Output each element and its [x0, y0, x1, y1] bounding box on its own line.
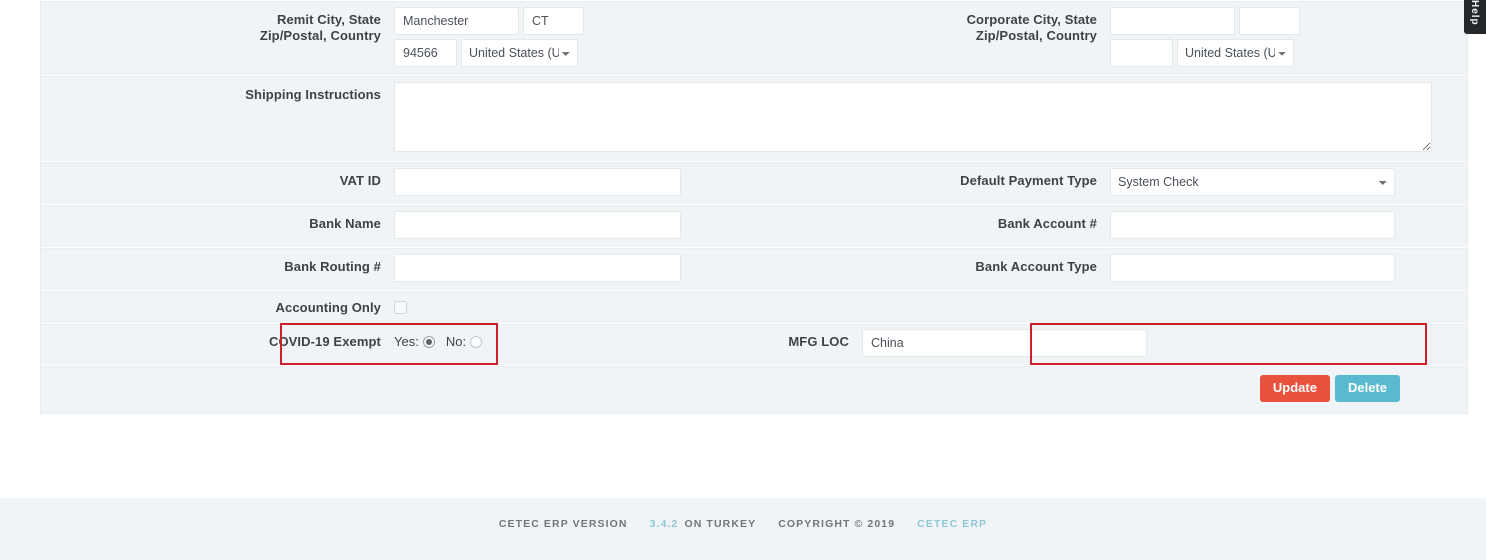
- covid-19-exempt-no-label: No:: [445, 334, 467, 349]
- shipping-instructions-fields: [394, 76, 1432, 160]
- bank-account-number-label: Bank Account #: [997, 216, 1097, 231]
- remit-country-select[interactable]: United States (US: [461, 39, 578, 67]
- bank-name-label: Bank Name: [309, 216, 381, 231]
- covid-19-exempt-label: COVID-19 Exempt: [268, 334, 381, 349]
- default-payment-type-label: Default Payment Type: [960, 173, 1097, 188]
- corporate-address-label: Corporate City, State Zip/Postal, Countr…: [750, 1, 1110, 44]
- remit-state-input[interactable]: [523, 7, 584, 35]
- vat-id-fields: [394, 162, 681, 204]
- remit-address-label-line1: Remit City, State: [276, 12, 381, 27]
- table-row-shipping-instructions: Shipping Instructions: [41, 75, 1467, 161]
- corporate-address-fields: United States (US: [1110, 1, 1300, 75]
- accounting-only-label: Accounting Only: [275, 300, 381, 315]
- table-row-accounting-only: Accounting Only: [41, 290, 1467, 323]
- bank-name-input[interactable]: [394, 211, 681, 239]
- remit-zip-input[interactable]: [394, 39, 457, 67]
- table-row-bank-routing-type: Bank Routing # Bank Account Type: [41, 247, 1467, 290]
- bank-routing-cell: Bank Routing #: [41, 248, 750, 290]
- remit-address-label: Remit City, State Zip/Postal, Country: [41, 1, 394, 44]
- default-payment-type-select[interactable]: System Check: [1110, 168, 1395, 196]
- bank-routing-fields: [394, 248, 681, 290]
- action-buttons: Update Delete: [41, 366, 1467, 413]
- bank-account-type-cell: Bank Account Type: [750, 248, 1467, 290]
- corporate-state-input[interactable]: [1239, 7, 1300, 35]
- bank-account-type-fields: [1110, 248, 1395, 290]
- remit-address-cell: Remit City, State Zip/Postal, Country Un…: [41, 1, 750, 75]
- update-button[interactable]: Update: [1259, 375, 1330, 402]
- mfg-loc-fields: [862, 324, 1147, 365]
- remit-address-fields: United States (US: [394, 1, 584, 75]
- bank-account-number-cell: Bank Account #: [750, 205, 1467, 247]
- footer-brand-link[interactable]: CETEC ERP: [917, 518, 987, 530]
- footer-version-number[interactable]: 3.4.2: [650, 518, 679, 530]
- remit-city-input[interactable]: [394, 7, 519, 35]
- footer-text: CETEC ERP VERSION 3.4.2 ON TURKEY COPYRI…: [499, 518, 987, 530]
- covid-19-exempt-yes-radio[interactable]: [422, 335, 435, 348]
- bank-name-cell: Bank Name: [41, 205, 750, 247]
- mfg-loc-label: MFG LOC: [788, 334, 849, 349]
- accounting-only-checkbox-wrap: [394, 291, 407, 314]
- corporate-zip-input[interactable]: [1110, 39, 1173, 67]
- mfg-loc-input[interactable]: [862, 329, 1147, 357]
- corporate-address-cell: Corporate City, State Zip/Postal, Countr…: [750, 1, 1467, 75]
- vat-id-label: VAT ID: [339, 173, 381, 188]
- help-tab-label: Help: [1469, 0, 1480, 26]
- table-row-actions: Update Delete: [41, 365, 1467, 413]
- table-row-vat-payment: VAT ID Default Payment Type System Check: [41, 161, 1467, 204]
- help-tab[interactable]: Help: [1464, 0, 1486, 34]
- accounting-only-cell: Accounting Only: [41, 291, 1467, 316]
- footer-version-label: CETEC ERP VERSION: [498, 518, 628, 530]
- accounting-only-checkbox[interactable]: [394, 301, 407, 314]
- covid-19-exempt-radio-group: Yes: No:: [394, 324, 489, 349]
- footer-copyright: COPYRIGHT © 2019: [778, 518, 896, 530]
- bank-name-fields: [394, 205, 681, 247]
- covid-19-exempt-yes-label: Yes:: [394, 334, 419, 349]
- bank-account-number-fields: [1110, 205, 1395, 247]
- shipping-instructions-textarea[interactable]: [394, 82, 1432, 152]
- table-row-bank-name-account: Bank Name Bank Account #: [41, 204, 1467, 247]
- page-footer: CETEC ERP VERSION 3.4.2 ON TURKEY COPYRI…: [0, 498, 1486, 560]
- bank-routing-input[interactable]: [394, 254, 681, 282]
- table-row-address: Remit City, State Zip/Postal, Country Un…: [41, 0, 1467, 75]
- delete-button[interactable]: Delete: [1334, 375, 1400, 402]
- bank-routing-label: Bank Routing #: [284, 259, 381, 274]
- corporate-city-input[interactable]: [1110, 7, 1235, 35]
- covid-19-exempt-no-radio[interactable]: [470, 335, 483, 348]
- default-payment-type-cell: Default Payment Type System Check: [750, 162, 1467, 204]
- table-row-covid-mfg: COVID-19 Exempt Yes: No: MFG LOC: [41, 323, 1467, 365]
- vat-id-input[interactable]: [394, 168, 681, 196]
- bank-account-type-input[interactable]: [1110, 254, 1395, 282]
- corporate-address-label-line1: Corporate City, State: [966, 12, 1097, 27]
- corporate-address-label-line2: Zip/Postal, Country: [975, 28, 1097, 43]
- footer-instance-label: ON TURKEY: [684, 518, 757, 530]
- covid-19-exempt-cell: COVID-19 Exempt Yes: No:: [41, 324, 750, 350]
- corporate-country-select[interactable]: United States (US: [1177, 39, 1294, 67]
- shipping-instructions-label: Shipping Instructions: [245, 87, 381, 102]
- mfg-loc-cell: MFG LOC: [750, 324, 1467, 365]
- vat-id-cell: VAT ID: [41, 162, 750, 204]
- bank-account-number-input[interactable]: [1110, 211, 1395, 239]
- remit-address-label-line2: Zip/Postal, Country: [259, 28, 381, 43]
- bank-account-type-label: Bank Account Type: [975, 259, 1097, 274]
- vendor-details-panel: Remit City, State Zip/Postal, Country Un…: [40, 0, 1468, 414]
- shipping-instructions-cell: Shipping Instructions: [41, 76, 1467, 160]
- default-payment-type-fields: System Check: [1110, 162, 1395, 204]
